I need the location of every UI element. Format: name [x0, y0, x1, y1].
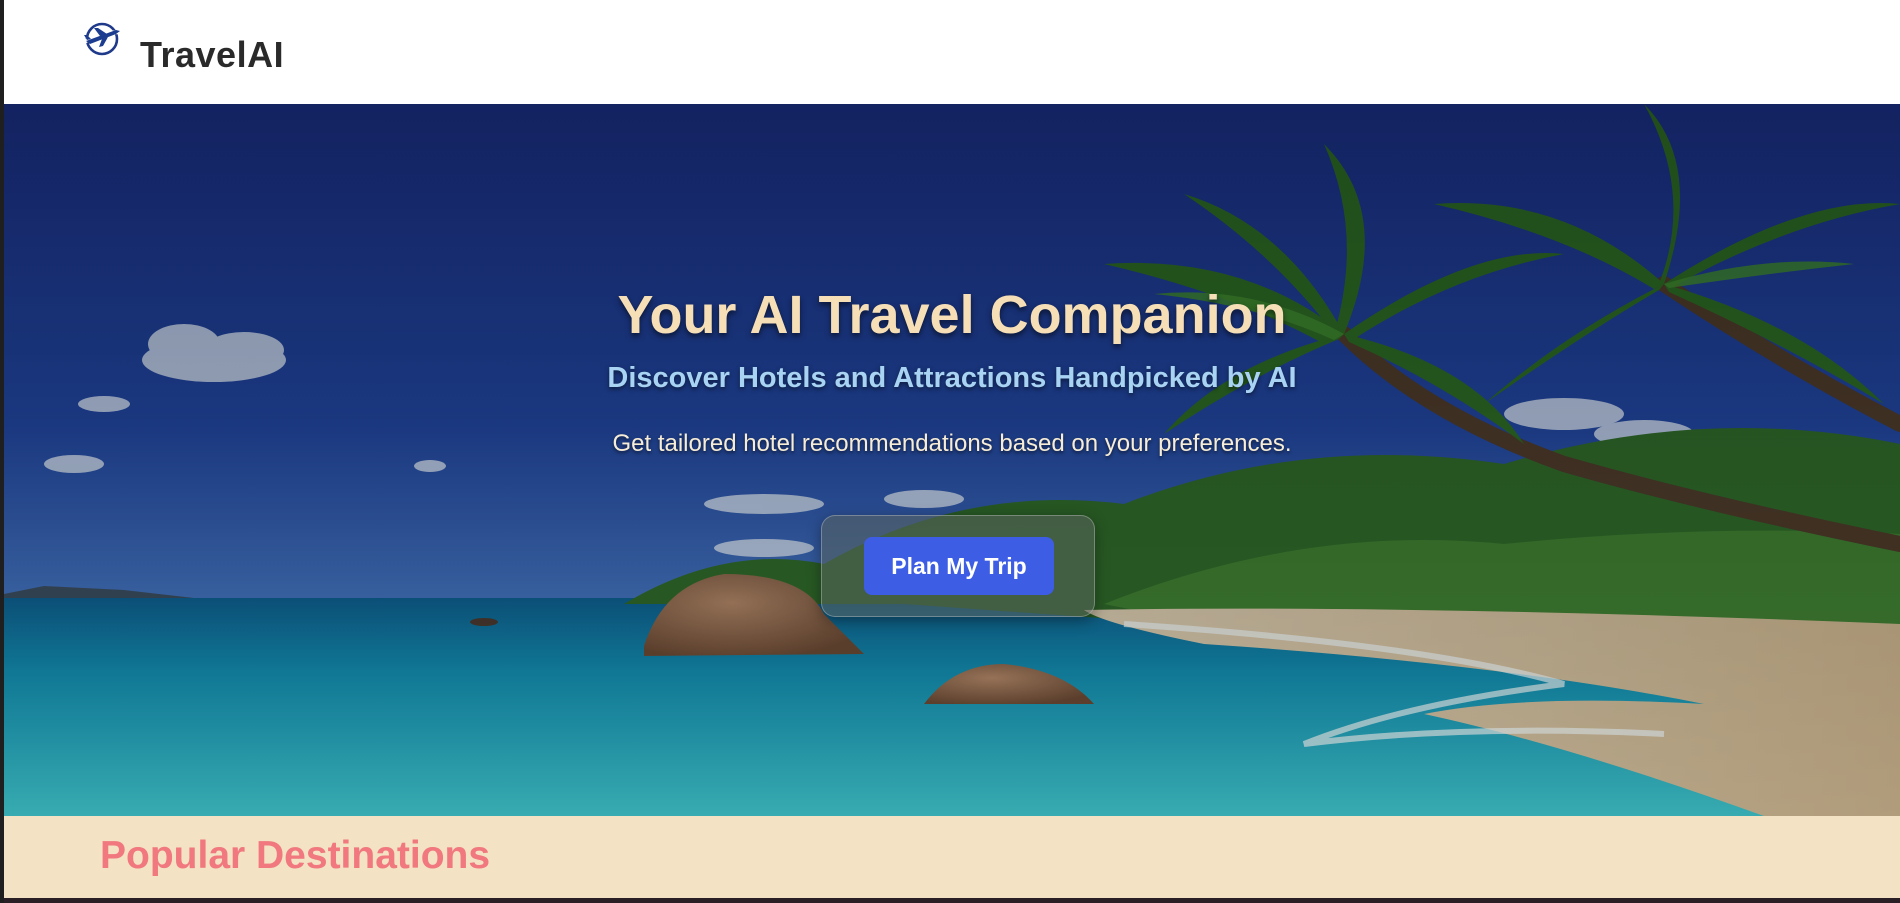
hero-title: Your AI Travel Companion — [617, 285, 1287, 345]
site-header: TravelAI — [4, 0, 1900, 104]
page: TravelAI Your AI Travel Companion Discov… — [4, 0, 1900, 903]
hero-content: Your AI Travel Companion Discover Hotels… — [4, 104, 1900, 816]
plan-my-trip-button[interactable]: Plan My Trip — [864, 537, 1054, 595]
next-section-edge — [4, 898, 1900, 903]
popular-destinations-title: Popular Destinations — [100, 834, 491, 877]
airplane-globe-icon[interactable] — [80, 18, 126, 58]
cta-container: Plan My Trip — [821, 515, 1095, 617]
hero-description: Get tailored hotel recommendations based… — [612, 430, 1292, 457]
hero-subtitle: Discover Hotels and Attractions Handpick… — [607, 362, 1297, 394]
brand-name[interactable]: TravelAI — [140, 34, 284, 76]
hero-section: Your AI Travel Companion Discover Hotels… — [4, 104, 1900, 816]
popular-destinations-section: Popular Destinations — [4, 816, 1900, 898]
